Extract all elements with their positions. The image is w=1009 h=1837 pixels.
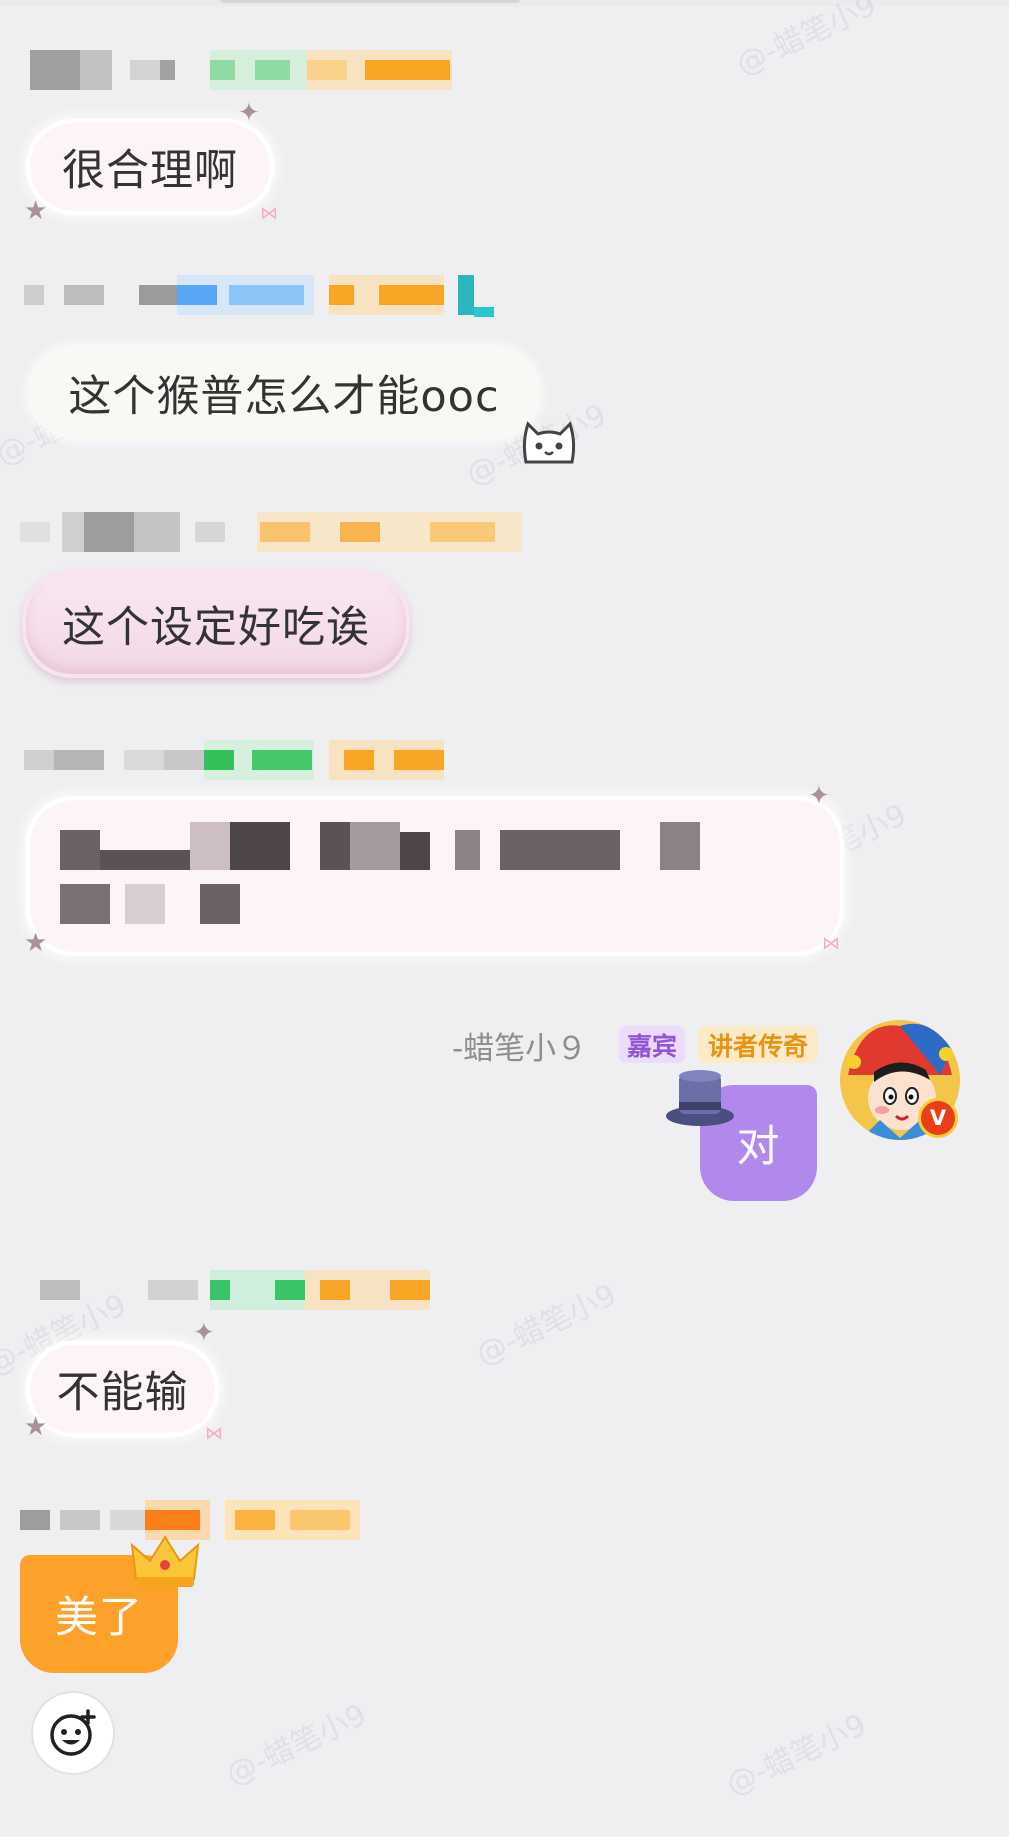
verified-badge: V [918, 1098, 958, 1138]
sender-name-blurred[interactable] [40, 1270, 430, 1310]
crown-icon [130, 1535, 200, 1591]
self-username[interactable]: -蜡笔小９ [452, 1023, 587, 1068]
star-icon: ★ [24, 196, 48, 226]
message-bubble-blurred[interactable] [30, 800, 840, 952]
bow-icon: ⋈ [205, 1423, 223, 1444]
watermark: @-蜡笔小9 [721, 1707, 872, 1803]
guest-tag: 嘉宾 [619, 1026, 685, 1063]
watermark: @-蜡笔小9 [221, 1697, 372, 1793]
emoji-reaction-button[interactable] [31, 1691, 115, 1775]
message-text: 这个设定好吃诶 [62, 603, 370, 653]
message-text: 很合理啊 [62, 146, 238, 196]
message-bubble[interactable]: 很合理啊 [30, 123, 270, 211]
message-bubble[interactable]: 不能输 [30, 1345, 215, 1433]
watermark: @-蜡笔小9 [731, 0, 882, 83]
message-text: 这个猴普怎么才能ooc [68, 372, 500, 422]
star-icon: ★ [24, 928, 48, 958]
sparkle-icon: ✦ [238, 98, 260, 128]
cat-face-icon [520, 418, 578, 466]
star-icon: ★ [24, 1412, 48, 1442]
watermark: @-蜡笔小9 [471, 1277, 622, 1373]
sender-name-blurred[interactable] [30, 50, 452, 90]
bow-icon: ⋈ [822, 933, 840, 954]
message-text: 不能输 [56, 1368, 189, 1418]
top-hat-icon [665, 1068, 735, 1128]
bow-icon: ⋈ [260, 203, 278, 224]
speaker-legend-tag: 讲者传奇 [698, 1026, 818, 1063]
emoji-add-icon [50, 1709, 96, 1756]
sender-name-blurred[interactable] [24, 275, 494, 317]
message-bubble[interactable]: 这个猴普怎么才能ooc [30, 348, 538, 438]
sender-name-blurred[interactable] [20, 1500, 360, 1540]
sender-name-blurred[interactable] [24, 740, 444, 780]
sparkle-icon: ✦ [193, 1318, 215, 1348]
message-bubble[interactable]: 这个设定好吃诶 [22, 570, 410, 678]
blurred-text [50, 822, 790, 932]
sparkle-icon: ✦ [808, 781, 830, 811]
top-divider [0, 0, 1009, 6]
sender-name-blurred[interactable] [20, 512, 522, 552]
